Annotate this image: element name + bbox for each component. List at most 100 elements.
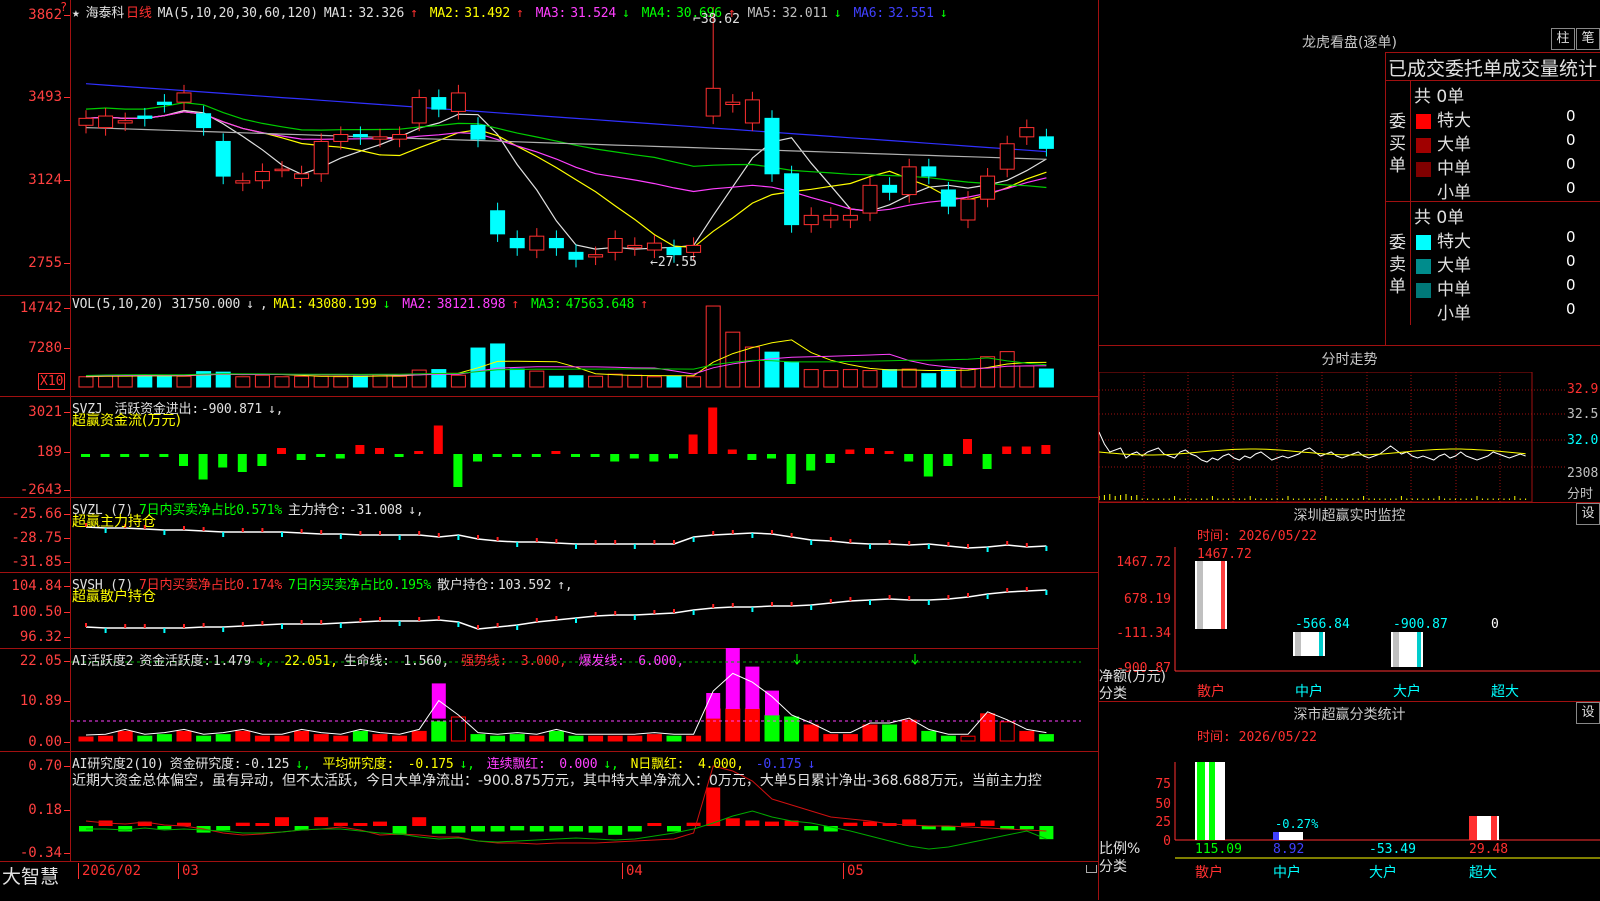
ai1-value-2: 22.051, xyxy=(284,654,338,669)
intraday-panel[interactable]: 分时走势 32.9 32.5 32.0 2308 分时 xyxy=(1099,346,1600,503)
kline-chart xyxy=(78,7,1054,268)
class-chart: 75 50 25 0 -0.27% 115.09 散户 8.92 中户 -53.49 大户 29.48… xyxy=(1155,762,1600,881)
flow-bar xyxy=(81,454,90,457)
activity-bar xyxy=(156,734,172,742)
flow-bar xyxy=(688,434,698,454)
brand-logo[interactable]: 大智慧 xyxy=(2,862,59,889)
order-type: 特大 xyxy=(1416,227,1471,252)
vol-label: VOL(5,10,20) xyxy=(72,297,164,312)
volume-bar xyxy=(313,375,329,388)
kline-panel[interactable]: 3862 3493 3124 2755 ? ★ 海泰科 日线 MA(5,10,20,3… xyxy=(0,0,1098,296)
flow-bar xyxy=(669,454,678,459)
vol-ma-1: MA1: 43080.199 ↓ xyxy=(273,297,391,312)
class-bar-value: -53.49 xyxy=(1369,842,1416,857)
svzl-axis: -25.66 -28.75 -31.85 xyxy=(0,497,71,572)
main-ma-3: MA3: 31.524 ↓ xyxy=(535,6,630,21)
volume-bar xyxy=(940,369,956,388)
svzj-tick: -2643 xyxy=(19,482,71,498)
sz-class-panel[interactable]: 深市超赢分类统计 设 时间: 2026/05/22 75 50 25 0 -0.27% 1… xyxy=(1099,702,1600,900)
order-type: 小单 xyxy=(1416,178,1471,203)
ai1-tick: 10.89 xyxy=(19,693,71,709)
flow-bar xyxy=(473,454,482,462)
buy-row: 特大00% xyxy=(1410,105,1600,131)
flow-bar xyxy=(943,454,953,466)
stock-name[interactable]: 海泰科 xyxy=(86,6,125,21)
flow-bar xyxy=(179,454,188,466)
volume-bar xyxy=(509,368,525,388)
corner-marker: ? xyxy=(60,0,68,14)
buy-rows: 特大00%大单00%中单00%小单00% xyxy=(1410,105,1600,203)
class-tick: 75 xyxy=(1155,777,1171,792)
volume-bar xyxy=(588,375,604,388)
svzj-panel[interactable]: 3021 189 -2643 SVZJ 活跃资金进出: -900.871 ↓, 超赢资… xyxy=(0,396,1098,498)
volume-bar xyxy=(1038,368,1054,388)
volume-bar xyxy=(333,376,349,388)
research-bar xyxy=(490,826,505,832)
period-label[interactable]: 日线 xyxy=(126,6,152,21)
activity-bar xyxy=(960,735,976,742)
class-tick: 0 xyxy=(1163,834,1171,849)
activity-bar xyxy=(940,735,956,742)
activity-bar xyxy=(313,734,329,742)
monitor-tick: 1467.72 xyxy=(1116,555,1171,570)
flow-bar xyxy=(335,454,345,459)
sell-row: 大单00% xyxy=(1410,250,1600,276)
svzl-panel[interactable]: -25.66 -28.75 -31.85 SVZL (7) 7日内买卖净占比0.5… xyxy=(0,497,1098,573)
lock-icon[interactable] xyxy=(1086,865,1097,873)
volume-bar xyxy=(784,361,800,388)
svzj-tick: 3021 xyxy=(28,404,70,420)
candle-body xyxy=(901,166,917,196)
intraday-chart xyxy=(1099,372,1565,502)
dragon-header: 已成交委托单成交量统计 xyxy=(1388,58,1598,80)
ai-activity-panel[interactable]: 22.05 10.89 0.00 AI活跃度2 资金活跃度: 1.479 ↓, 22.0… xyxy=(0,648,1098,752)
volume-bar xyxy=(411,369,427,388)
volume-panel[interactable]: 14742 7280 X10 VOL(5,10,20) 31750.000 ↓, MA… xyxy=(0,295,1098,397)
order-type: 中单 xyxy=(1416,154,1471,179)
ai-research-panel[interactable]: 0.70 0.18 -0.34 AI研究度2(10) 资金研究度: -0.125 ↓,… xyxy=(0,751,1098,861)
class-bar-shade xyxy=(1491,816,1497,840)
candle-body xyxy=(607,237,623,253)
date-bar[interactable]: 大智慧 2026/02 03 04 05 xyxy=(0,861,1098,901)
volume-bar xyxy=(803,369,819,388)
research-bar xyxy=(765,821,779,826)
flow-bar xyxy=(767,454,776,459)
research-bar xyxy=(961,822,975,826)
research-bar xyxy=(686,822,701,826)
star-icon[interactable]: ★ xyxy=(72,6,80,21)
flow-bar xyxy=(1041,445,1051,454)
svsh-panel[interactable]: 104.84 100.50 96.32 SVSH (7) 7日内买卖净占比0.17… xyxy=(0,572,1098,649)
candle-body xyxy=(372,136,388,140)
bar-mode-button[interactable]: 柱 xyxy=(1551,28,1575,50)
flow-bar xyxy=(590,454,600,457)
flow-bar xyxy=(629,454,639,459)
flow-bar xyxy=(708,407,718,454)
volume-bar xyxy=(666,375,682,388)
candle-body xyxy=(333,134,349,142)
flow-bar xyxy=(1002,446,1012,454)
tick-mode-button[interactable]: 笔 xyxy=(1576,28,1600,50)
research-bar xyxy=(314,817,329,826)
activity-bar xyxy=(274,735,290,742)
class-bar-shade xyxy=(1209,762,1215,840)
research-bar xyxy=(451,826,466,833)
flow-bar xyxy=(257,454,267,466)
activity-bar xyxy=(646,734,662,742)
research-bar xyxy=(745,820,760,826)
sz-monitor-panel[interactable]: 深圳超赢实时监控 设 时间: 2026/05/22 1467.72 678.19-… xyxy=(1099,503,1600,702)
flow-bar xyxy=(453,454,463,487)
candle-body xyxy=(548,237,564,249)
price-tick: 3124 xyxy=(28,172,70,188)
date-label: 04 xyxy=(622,863,643,879)
candle-body xyxy=(666,247,682,256)
candle-body xyxy=(450,92,466,112)
volume-tick: 7280 xyxy=(28,340,70,356)
volume-bar xyxy=(862,370,878,388)
class-bar-value: 29.48 xyxy=(1469,842,1508,857)
dragon-tiger-panel[interactable]: 龙虎看盘(逐单) 柱 笔 已成交委托单成交量统计 委买单 共 0单 特大00%大… xyxy=(1099,0,1600,346)
candle-body xyxy=(744,99,760,124)
volume-bar xyxy=(450,374,466,388)
sell-side-label: 委卖单 xyxy=(1386,202,1411,325)
candle-body xyxy=(254,170,270,182)
volume-bar xyxy=(725,331,741,388)
main-ma-2: MA2: 31.492 ↑ xyxy=(429,6,524,21)
